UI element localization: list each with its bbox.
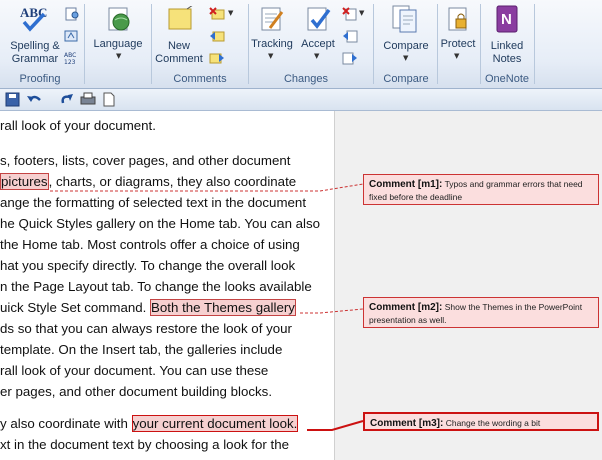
comment-connectors [50,183,364,431]
comment-balloon-m1[interactable]: Comment [m1]: Typos and grammar errors t… [363,174,599,205]
comment-balloon-m2[interactable]: Comment [m2]: Show the Themes in the Pow… [363,297,599,328]
connector-m3 [307,420,364,431]
connector-m2 [300,308,364,314]
comment-balloon-m3[interactable]: Comment [m3]: Change the wording a bit [363,412,599,431]
connector-m1 [50,183,364,192]
